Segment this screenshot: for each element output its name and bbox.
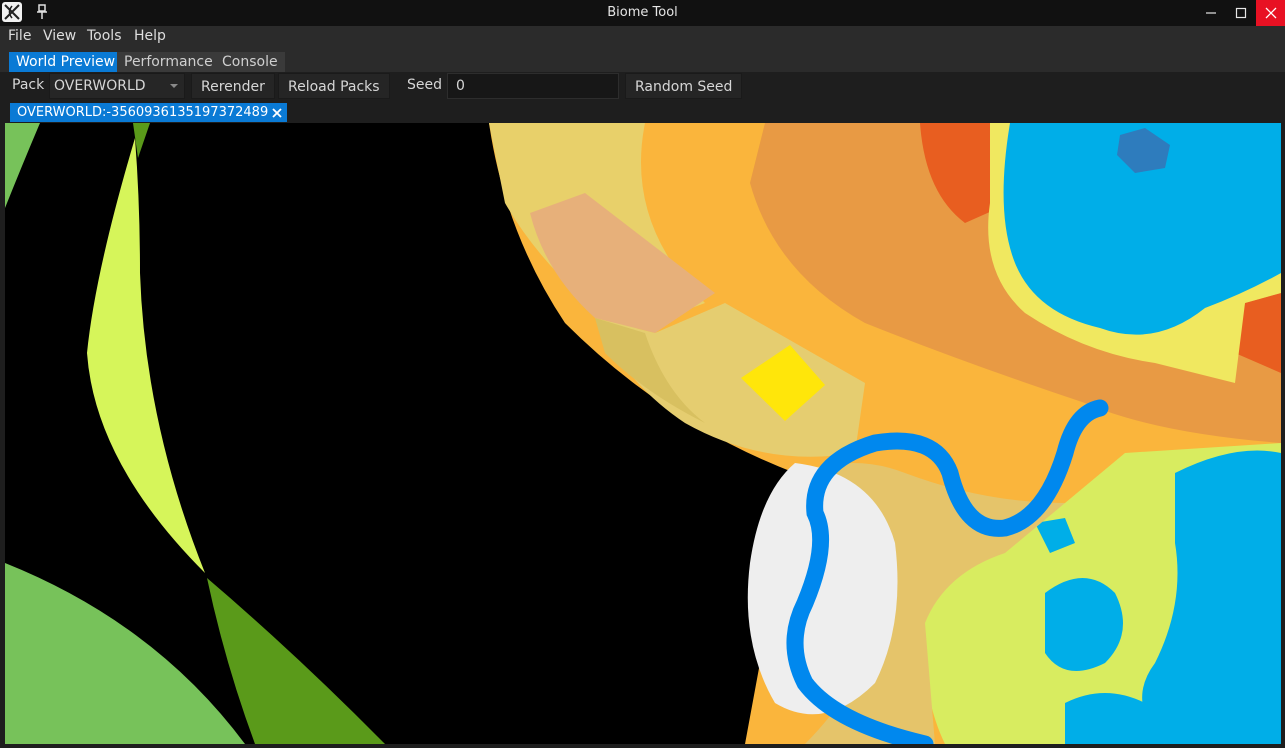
world-document-tab-label: OVERWORLD:-3560936135197372489 — [17, 105, 269, 120]
menu-view[interactable]: View — [41, 28, 78, 44]
maximize-icon — [1235, 7, 1247, 19]
seed-input[interactable] — [447, 73, 619, 99]
random-seed-button[interactable]: Random Seed — [625, 73, 743, 99]
tab-world-preview[interactable]: World Preview — [9, 52, 123, 72]
menu-tools[interactable]: Tools — [85, 28, 124, 44]
close-icon[interactable] — [271, 107, 283, 119]
app-logo-icon — [2, 2, 22, 22]
world-document-tab[interactable]: OVERWORLD:-3560936135197372489 — [10, 103, 288, 122]
biome-map-canvas[interactable] — [5, 123, 1281, 744]
tab-bar: World Preview Performance Console — [0, 50, 1285, 72]
close-button[interactable] — [1256, 0, 1285, 26]
rerender-button[interactable]: Rerender — [191, 73, 275, 99]
biome-map — [5, 123, 1281, 744]
minimize-button[interactable] — [1196, 0, 1226, 26]
menu-bar: File View Tools Help — [0, 26, 1285, 50]
pack-select-value: OVERWORLD — [54, 78, 146, 94]
chevron-down-icon — [170, 84, 178, 88]
reload-packs-button[interactable]: Reload Packs — [278, 73, 390, 99]
menu-help[interactable]: Help — [132, 28, 168, 44]
maximize-button[interactable] — [1226, 0, 1256, 26]
tab-performance[interactable]: Performance — [117, 52, 220, 72]
pin-icon[interactable] — [35, 3, 49, 21]
minimize-icon — [1206, 12, 1216, 14]
seed-label: Seed — [407, 77, 442, 93]
title-bar: Biome Tool — [0, 0, 1285, 26]
window-title: Biome Tool — [607, 5, 678, 20]
toolbar: Pack OVERWORLD Rerender Reload Packs See… — [0, 72, 1285, 100]
pack-select[interactable]: OVERWORLD — [49, 73, 185, 99]
close-icon — [1265, 7, 1276, 19]
tab-console[interactable]: Console — [215, 52, 285, 72]
pack-label: Pack — [12, 77, 45, 93]
menu-file[interactable]: File — [6, 28, 33, 44]
